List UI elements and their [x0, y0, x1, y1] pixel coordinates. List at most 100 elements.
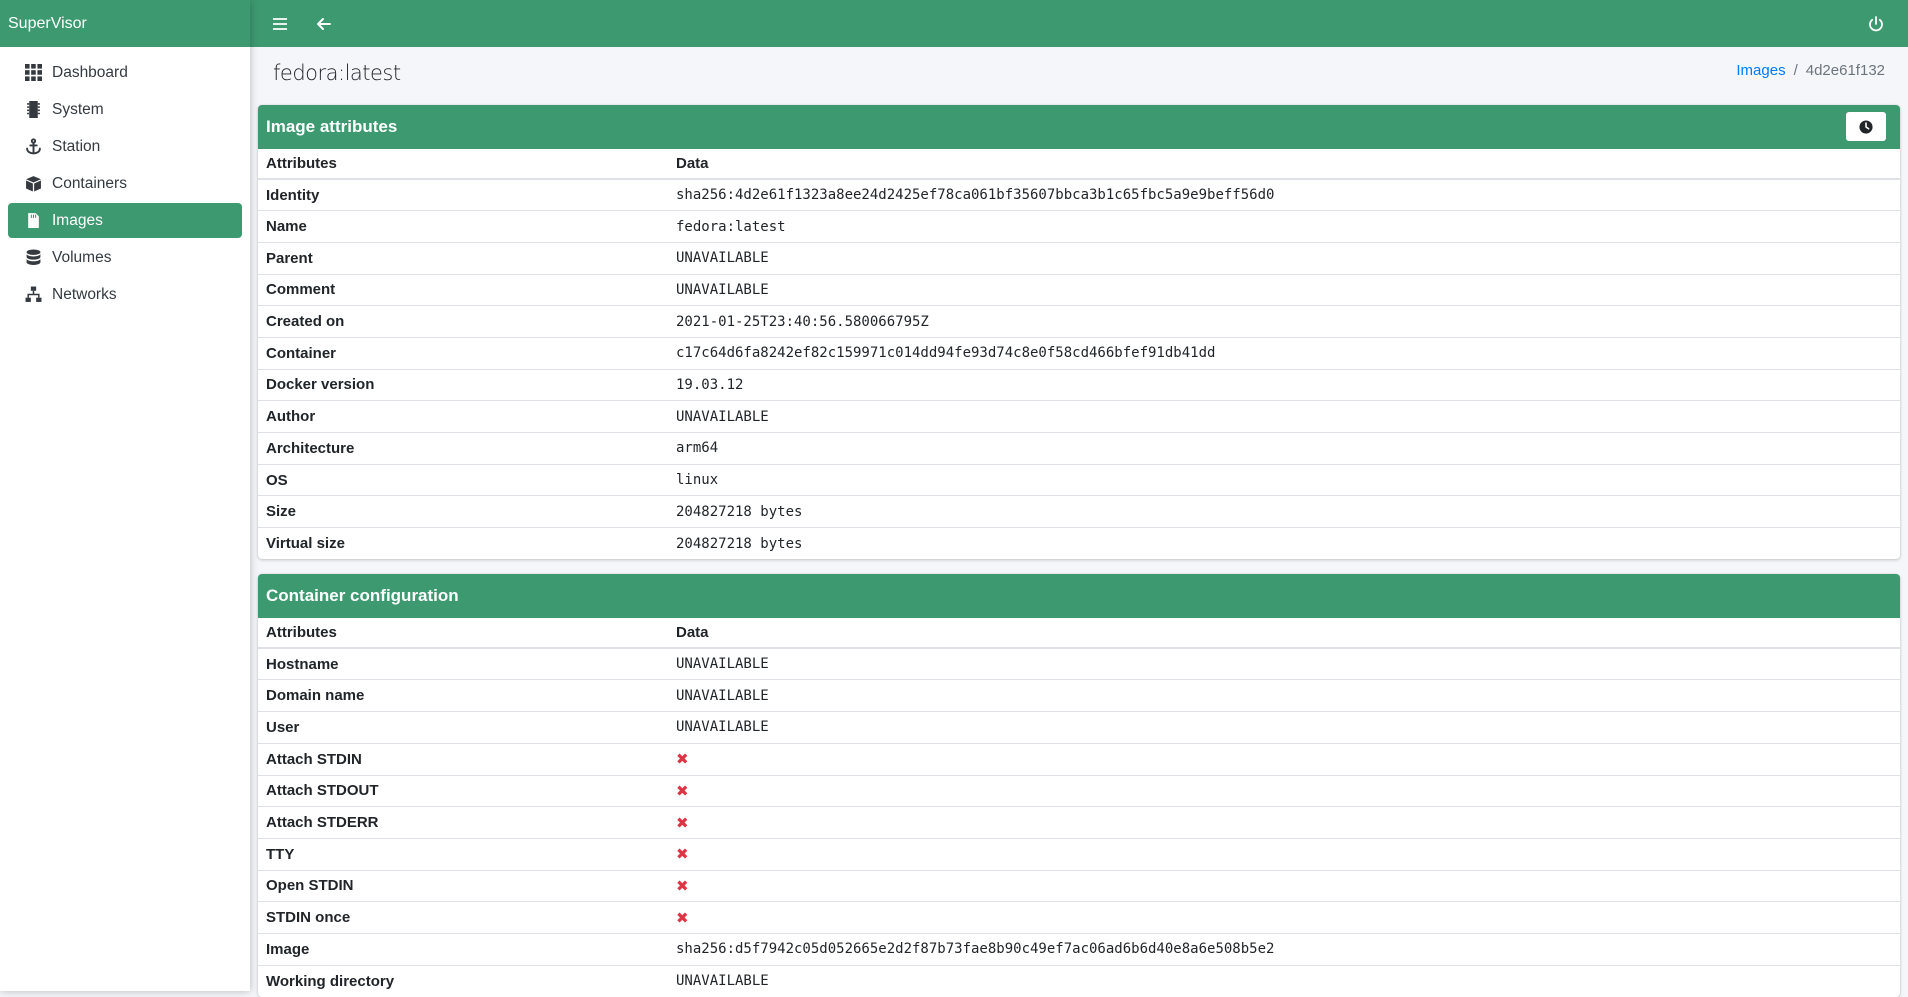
power-icon[interactable] [1856, 0, 1896, 47]
attribute-value: 204827218 bytes [668, 527, 1900, 560]
attribute-value: sha256:4d2e61f1323a8ee24d2425ef78ca061bf… [668, 178, 1900, 211]
attribute-name: Hostname [258, 647, 668, 680]
breadcrumb: Images / 4d2e61f132 [1736, 62, 1885, 79]
image-attributes-table: Attributes Data Identity sha256:4d2e61f13… [258, 149, 1900, 560]
table-row: Created on 2021-01-25T23:40:56.580066795Z [258, 305, 1900, 338]
attribute-name: User [258, 711, 668, 744]
container-configuration-card: Container configuration Attributes Data … [258, 574, 1900, 997]
grid-icon [24, 64, 42, 82]
table-row: User UNAVAILABLE [258, 711, 1900, 744]
attribute-value: 204827218 bytes [668, 495, 1900, 528]
attribute-value: ✖ [668, 901, 1900, 934]
file-icon [24, 212, 42, 230]
card-title: Container configuration [266, 586, 459, 606]
attribute-value: 2021-01-25T23:40:56.580066795Z [668, 305, 1900, 338]
attribute-value: UNAVAILABLE [668, 273, 1900, 306]
hamburger-icon[interactable] [260, 0, 300, 47]
attribute-value: ✖ [668, 837, 1900, 871]
attribute-value: UNAVAILABLE [668, 647, 1900, 680]
attribute-value: UNAVAILABLE [668, 400, 1900, 433]
image-attributes-card: Image attributes Attributes Data Identit… [258, 105, 1900, 560]
table-row: STDIN once ✖ [258, 901, 1900, 934]
attribute-name: Domain name [258, 679, 668, 712]
sidebar-item-system[interactable]: System [8, 92, 242, 127]
main-content: fedora:latest Images / 4d2e61f132 Image at… [250, 47, 1908, 997]
attribute-name: Author [258, 400, 668, 433]
false-x-icon: ✖ [676, 876, 689, 895]
image-attributes-header: Image attributes [258, 105, 1900, 149]
clock-icon [1859, 119, 1873, 134]
false-x-icon: ✖ [676, 781, 689, 800]
sidebar-item-label: Station [52, 137, 101, 155]
attribute-name: OS [258, 463, 668, 496]
sidebar-item-containers[interactable]: Containers [8, 166, 242, 201]
container-configuration-header: Container configuration [258, 574, 1900, 619]
attribute-value: UNAVAILABLE [668, 679, 1900, 712]
attribute-name: Docker version [258, 368, 668, 401]
sidebar-item-label: Images [52, 211, 103, 229]
column-header-data: Data [668, 618, 1900, 650]
column-header-attributes: Attributes [258, 149, 668, 180]
table-header-row: Attributes Data [258, 149, 1900, 180]
sidebar-item-station[interactable]: Station [8, 129, 242, 164]
breadcrumb-current: 4d2e61f132 [1805, 62, 1885, 79]
attribute-name: Image [258, 932, 668, 966]
sidebar: SuperVisor Dashboard System Station Cont… [0, 0, 250, 991]
table-row: Attach STDERR ✖ [258, 806, 1900, 839]
boxes-icon [24, 175, 42, 193]
false-x-icon: ✖ [676, 845, 689, 864]
top-navbar [250, 0, 1908, 47]
page-title: fedora:latest [273, 61, 401, 85]
table-header-row: Attributes Data [258, 618, 1900, 650]
column-header-attributes: Attributes [258, 618, 668, 650]
sidebar-item-networks[interactable]: Networks [8, 277, 242, 312]
container-configuration-table: Attributes Data Hostname UNAVAILABLE Domai… [258, 618, 1900, 997]
attribute-name: Parent [258, 241, 668, 275]
table-row: Comment UNAVAILABLE [258, 273, 1900, 306]
content-header: fedora:latest Images / 4d2e61f132 [258, 47, 1900, 105]
anchor-icon [24, 138, 42, 156]
table-row: Open STDIN ✖ [258, 869, 1900, 902]
attribute-value: fedora:latest [668, 210, 1900, 243]
network-icon [24, 286, 42, 304]
table-row: Virtual size 204827218 bytes [258, 527, 1900, 560]
attribute-value: ✖ [668, 774, 1900, 807]
sd-card-icon [24, 101, 42, 119]
sidebar-item-volumes[interactable]: Volumes [8, 240, 242, 275]
sidebar-item-dashboard[interactable]: Dashboard [8, 55, 242, 90]
history-button[interactable] [1846, 112, 1886, 141]
table-row: TTY ✖ [258, 837, 1900, 871]
sidebar-item-images[interactable]: Images [8, 203, 242, 238]
attribute-name: Virtual size [258, 527, 668, 560]
attribute-name: TTY [258, 837, 668, 871]
column-header-data: Data [668, 149, 1900, 180]
table-row: Architecture arm64 [258, 432, 1900, 465]
attribute-value: ✖ [668, 869, 1900, 902]
sidebar-item-label: System [52, 100, 104, 118]
sidebar-nav: Dashboard System Station Containers Imag… [0, 47, 250, 312]
attribute-name: Architecture [258, 432, 668, 465]
table-row: Author UNAVAILABLE [258, 400, 1900, 433]
sidebar-item-label: Volumes [52, 248, 112, 266]
attribute-value: arm64 [668, 432, 1900, 465]
table-row: Parent UNAVAILABLE [258, 241, 1900, 275]
table-row: Hostname UNAVAILABLE [258, 647, 1900, 680]
attribute-name: Attach STDIN [258, 742, 668, 775]
table-row: Size 204827218 bytes [258, 495, 1900, 528]
false-x-icon: ✖ [676, 908, 689, 927]
attribute-name: Identity [258, 178, 668, 211]
attribute-name: Container [258, 336, 668, 370]
sidebar-item-label: Dashboard [52, 63, 128, 81]
table-row: Domain name UNAVAILABLE [258, 679, 1900, 712]
database-icon [24, 249, 42, 267]
card-title: Image attributes [266, 117, 398, 136]
false-x-icon: ✖ [676, 813, 689, 832]
sidebar-item-label: Containers [52, 174, 127, 192]
brand-title[interactable]: SuperVisor [0, 0, 250, 47]
attribute-name: Working directory [258, 964, 668, 997]
attribute-value: ✖ [668, 742, 1900, 775]
attribute-name: Created on [258, 305, 668, 338]
arrow-left-icon[interactable] [304, 0, 344, 47]
breadcrumb-link-images[interactable]: Images [1736, 62, 1785, 79]
attribute-value: UNAVAILABLE [668, 711, 1900, 744]
